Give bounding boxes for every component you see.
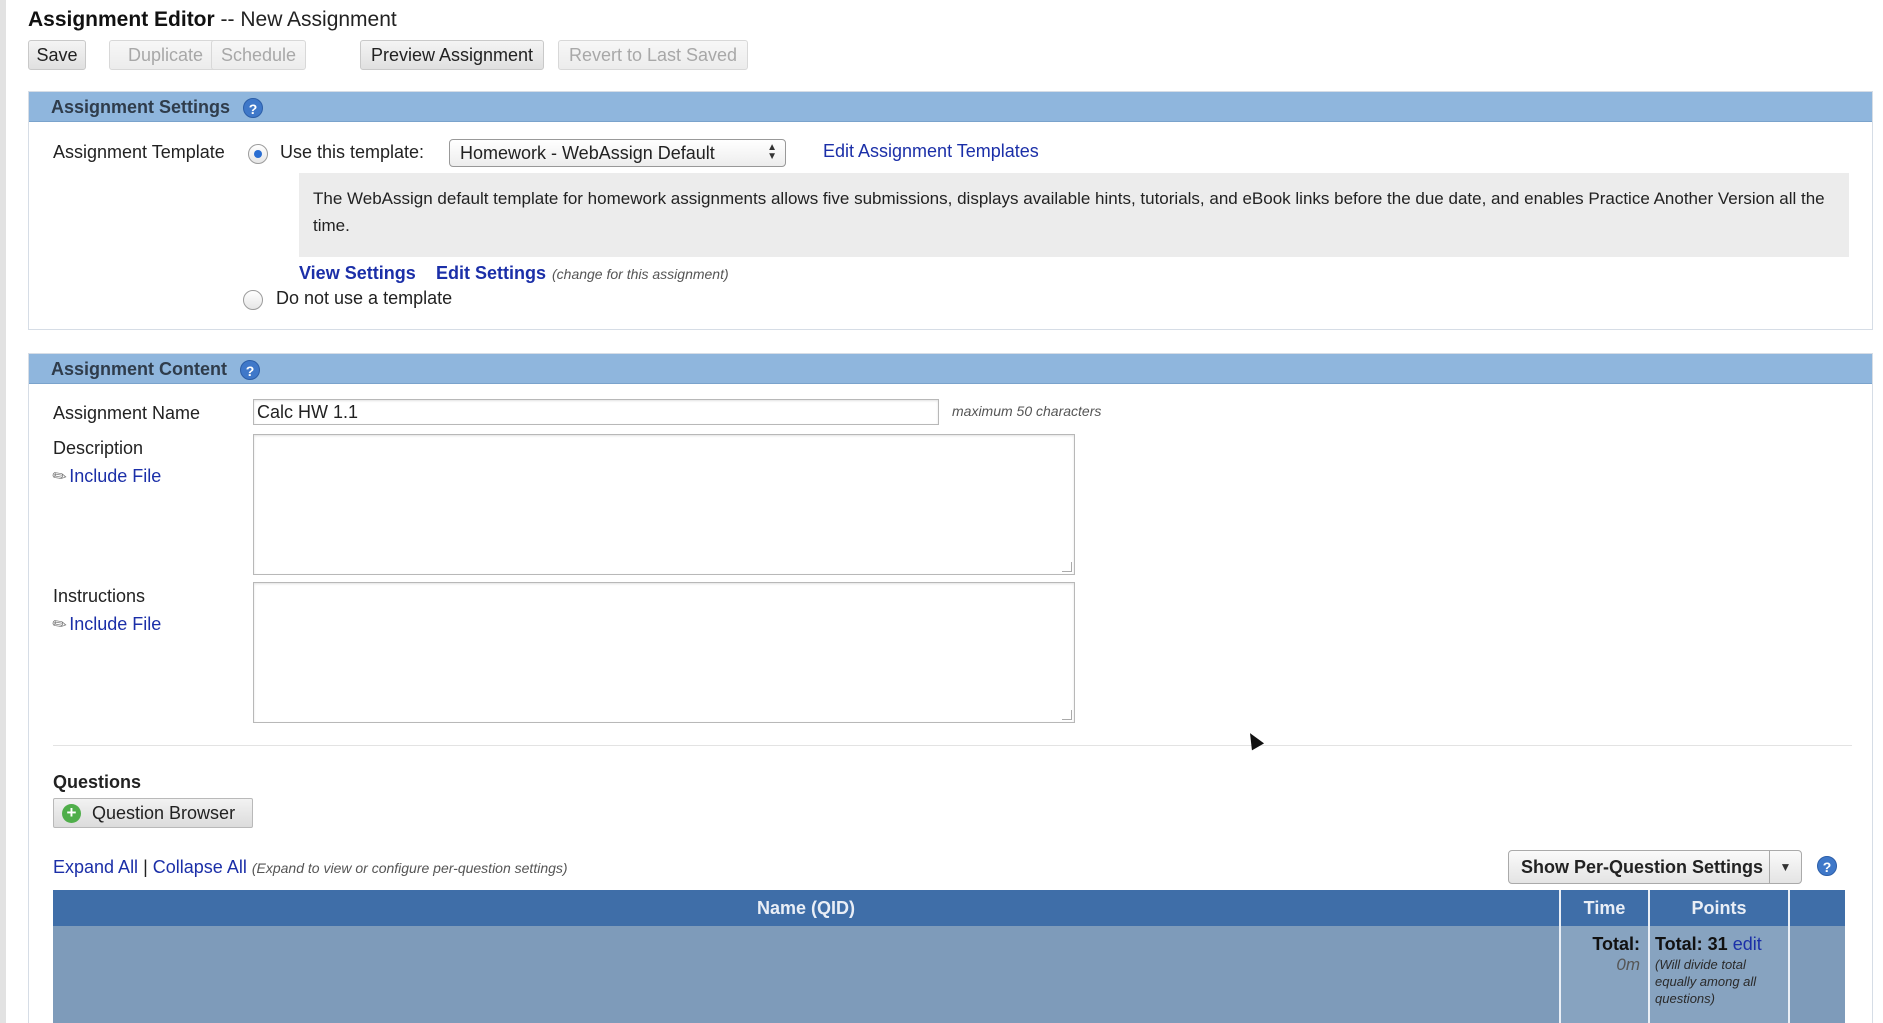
time-total-label: Total: bbox=[1592, 934, 1640, 954]
description-include-file[interactable]: ✎Include File bbox=[49, 465, 162, 489]
assignment-template-label: Assignment Template bbox=[53, 142, 225, 162]
assignment-settings-title: Assignment Settings bbox=[51, 97, 231, 117]
no-template-radio[interactable] bbox=[243, 290, 263, 310]
assignment-content-title: Assignment Content bbox=[51, 359, 228, 379]
points-total-label: Total: 31 bbox=[1655, 934, 1728, 954]
instructions-label: Instructions bbox=[53, 586, 146, 606]
section-divider bbox=[53, 745, 1852, 746]
include-file-link[interactable]: Include File bbox=[69, 466, 161, 486]
instructions-include-file[interactable]: ✎Include File bbox=[49, 613, 162, 637]
view-settings-link[interactable]: View Settings bbox=[299, 263, 416, 284]
resize-grip[interactable] bbox=[1062, 710, 1072, 720]
question-mark-icon[interactable]: ? bbox=[240, 360, 261, 381]
resize-grip[interactable] bbox=[1062, 562, 1072, 572]
assignment-editor-page: Assignment Editor -- New Assignment Save… bbox=[28, 0, 1873, 1023]
show-per-question-settings-button[interactable]: Show Per-Question Settings ▼ bbox=[1508, 850, 1802, 884]
assignment-name-input[interactable]: Calc HW 1.1 bbox=[253, 399, 939, 425]
edit-settings-link[interactable]: Edit Settings bbox=[436, 263, 546, 284]
time-column: Total: 0m bbox=[1561, 926, 1650, 1023]
per-question-settings-label: Show Per-Question Settings bbox=[1521, 857, 1764, 877]
question-browser-label: Question Browser bbox=[92, 803, 236, 823]
instructions-textarea[interactable] bbox=[253, 582, 1075, 723]
template-select[interactable]: Homework - WebAssign Default ▲ ▼ bbox=[449, 139, 786, 167]
assignment-name-label: Assignment Name bbox=[53, 403, 201, 423]
question-browser-button[interactable]: + Question Browser bbox=[53, 798, 253, 828]
assignment-settings-header: Assignment Settings ? bbox=[29, 92, 1872, 122]
points-column: Total: 31 edit (Will divide total equall… bbox=[1650, 926, 1790, 1023]
question-mark-icon[interactable]: ? bbox=[243, 98, 264, 119]
assignment-settings-panel: Assignment Settings ? Assignment Templat… bbox=[28, 91, 1873, 330]
description-textarea[interactable] bbox=[253, 434, 1075, 575]
edit-settings-note: (change for this assignment) bbox=[552, 266, 729, 282]
page-title-rest: -- New Assignment bbox=[214, 8, 397, 31]
revert-to-last-saved-button[interactable]: Revert to Last Saved bbox=[558, 40, 748, 70]
use-template-radio[interactable] bbox=[248, 144, 268, 164]
column-header-name[interactable]: Name (QID) bbox=[53, 890, 1561, 926]
name-column bbox=[53, 926, 1561, 1023]
questions-table: Name (QID) Time Points Total: 0m Total: … bbox=[53, 890, 1845, 1023]
column-header-time[interactable]: Time bbox=[1561, 890, 1650, 926]
template-description: The WebAssign default template for homew… bbox=[299, 173, 1849, 257]
link-separator: | bbox=[143, 857, 148, 877]
collapse-all-link[interactable]: Collapse All bbox=[153, 857, 247, 877]
include-file-link[interactable]: Include File bbox=[69, 614, 161, 634]
edit-assignment-templates-link[interactable]: Edit Assignment Templates bbox=[823, 141, 1039, 162]
time-total-value: 0m bbox=[1616, 955, 1640, 974]
points-total: Total: 31 edit bbox=[1655, 934, 1762, 955]
expand-collapse-row: Expand All | Collapse All (Expand to vie… bbox=[53, 857, 568, 878]
chevron-down-icon[interactable]: ▼ bbox=[1769, 851, 1801, 883]
use-template-label: Use this template: bbox=[280, 142, 425, 162]
column-header-points[interactable]: Points bbox=[1650, 890, 1790, 926]
points-edit-link[interactable]: edit bbox=[1733, 934, 1762, 954]
page-left-edge bbox=[0, 0, 6, 1023]
questions-label: Questions bbox=[53, 772, 142, 792]
save-button[interactable]: Save bbox=[28, 40, 86, 70]
description-label: Description bbox=[53, 438, 144, 458]
expand-all-link[interactable]: Expand All bbox=[53, 857, 138, 877]
preview-assignment-button[interactable]: Preview Assignment bbox=[360, 40, 544, 70]
schedule-button[interactable]: Schedule bbox=[211, 40, 306, 70]
assignment-content-header: Assignment Content ? bbox=[29, 354, 1872, 384]
duplicate-button[interactable]: Duplicate bbox=[109, 40, 222, 70]
page-title: Assignment Editor -- New Assignment bbox=[28, 8, 397, 32]
assignment-name-hint: maximum 50 characters bbox=[952, 403, 1102, 419]
expand-note: (Expand to view or configure per-questio… bbox=[251, 860, 568, 876]
plus-icon: + bbox=[62, 804, 81, 823]
no-template-label: Do not use a template bbox=[276, 288, 453, 308]
questions-table-header: Name (QID) Time Points bbox=[53, 890, 1845, 926]
select-arrows-icon: ▲ ▼ bbox=[767, 142, 777, 162]
question-mark-icon[interactable]: ? bbox=[1817, 856, 1837, 876]
page-title-bold: Assignment Editor bbox=[28, 8, 215, 31]
template-select-value: Homework - WebAssign Default bbox=[460, 143, 715, 163]
points-note: (Will divide total equally among all que… bbox=[1655, 957, 1757, 1006]
